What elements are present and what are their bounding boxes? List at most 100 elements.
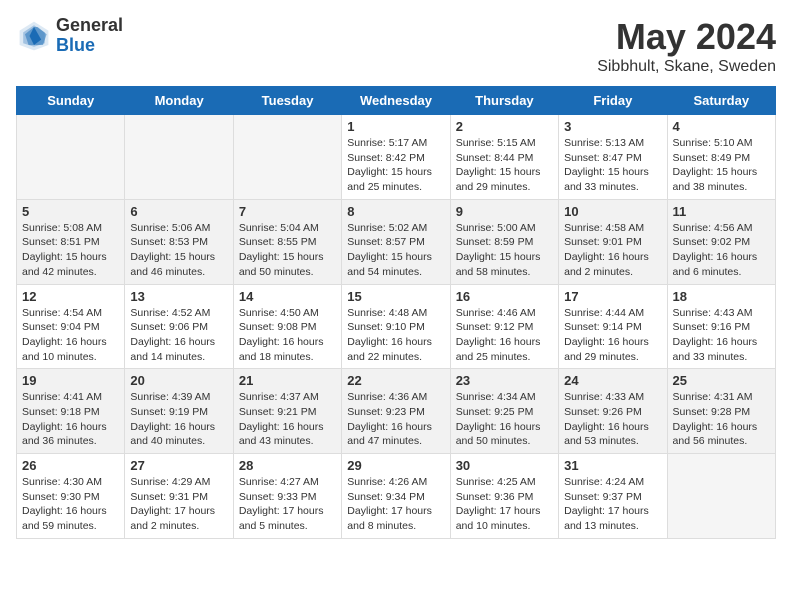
calendar-cell: 17 Sunrise: 4:44 AMSunset: 9:14 PMDayligh… [559, 284, 667, 369]
calendar-cell [667, 454, 775, 539]
logo-general-text: General [56, 16, 123, 36]
title-section: May 2024 Sibbhult, Skane, Sweden [597, 16, 776, 76]
day-info: Sunrise: 5:04 AMSunset: 8:55 PMDaylight:… [239, 221, 336, 280]
day-info: Sunrise: 4:25 AMSunset: 9:36 PMDaylight:… [456, 475, 553, 534]
day-info: Sunrise: 4:56 AMSunset: 9:02 PMDaylight:… [673, 221, 770, 280]
day-number: 10 [564, 204, 661, 219]
day-number: 20 [130, 373, 227, 388]
calendar-cell: 14 Sunrise: 4:50 AMSunset: 9:08 PMDayligh… [233, 284, 341, 369]
col-saturday: Saturday [667, 87, 775, 115]
day-info: Sunrise: 4:24 AMSunset: 9:37 PMDaylight:… [564, 475, 661, 534]
col-wednesday: Wednesday [342, 87, 450, 115]
day-number: 23 [456, 373, 553, 388]
col-monday: Monday [125, 87, 233, 115]
day-info: Sunrise: 4:39 AMSunset: 9:19 PMDaylight:… [130, 390, 227, 449]
day-info: Sunrise: 4:26 AMSunset: 9:34 PMDaylight:… [347, 475, 444, 534]
calendar-cell: 5 Sunrise: 5:08 AMSunset: 8:51 PMDaylight… [17, 199, 125, 284]
day-number: 7 [239, 204, 336, 219]
day-number: 21 [239, 373, 336, 388]
day-info: Sunrise: 5:02 AMSunset: 8:57 PMDaylight:… [347, 221, 444, 280]
calendar-cell: 21 Sunrise: 4:37 AMSunset: 9:21 PMDayligh… [233, 369, 341, 454]
day-info: Sunrise: 4:44 AMSunset: 9:14 PMDaylight:… [564, 306, 661, 365]
day-number: 24 [564, 373, 661, 388]
calendar-cell: 19Sunrise: 4:41 AMSunset: 9:18 PMDayligh… [17, 369, 125, 454]
day-number: 19 [22, 373, 119, 388]
day-number: 1 [347, 119, 444, 134]
day-info: Sunrise: 4:27 AMSunset: 9:33 PMDaylight:… [239, 475, 336, 534]
day-number: 25 [673, 373, 770, 388]
calendar-cell: 15 Sunrise: 4:48 AMSunset: 9:10 PMDayligh… [342, 284, 450, 369]
calendar-cell: 3 Sunrise: 5:13 AMSunset: 8:47 PMDaylight… [559, 115, 667, 200]
calendar-header-row: Sunday Monday Tuesday Wednesday Thursday… [17, 87, 776, 115]
day-info: Sunrise: 4:31 AMSunset: 9:28 PMDaylight:… [673, 390, 770, 449]
calendar-cell: 22 Sunrise: 4:36 AMSunset: 9:23 PMDayligh… [342, 369, 450, 454]
calendar-cell: 31Sunrise: 4:24 AMSunset: 9:37 PMDayligh… [559, 454, 667, 539]
calendar-cell: 6Sunrise: 5:06 AMSunset: 8:53 PMDaylight… [125, 199, 233, 284]
calendar-cell: 29 Sunrise: 4:26 AMSunset: 9:34 PMDayligh… [342, 454, 450, 539]
day-info: Sunrise: 4:54 AMSunset: 9:04 PMDaylight:… [22, 306, 119, 365]
day-number: 13 [130, 289, 227, 304]
day-info: Sunrise: 4:48 AMSunset: 9:10 PMDaylight:… [347, 306, 444, 365]
month-title: May 2024 [597, 16, 776, 58]
calendar-week-5: 26 Sunrise: 4:30 AMSunset: 9:30 PMDayligh… [17, 454, 776, 539]
day-info: Sunrise: 4:29 AMSunset: 9:31 PMDaylight:… [130, 475, 227, 534]
page-header: General Blue May 2024 Sibbhult, Skane, S… [16, 16, 776, 76]
day-number: 29 [347, 458, 444, 473]
col-sunday: Sunday [17, 87, 125, 115]
day-info: Sunrise: 4:43 AMSunset: 9:16 PMDaylight:… [673, 306, 770, 365]
day-info: Sunrise: 4:46 AMSunset: 9:12 PMDaylight:… [456, 306, 553, 365]
day-number: 22 [347, 373, 444, 388]
day-number: 4 [673, 119, 770, 134]
day-info: Sunrise: 5:13 AMSunset: 8:47 PMDaylight:… [564, 136, 661, 195]
day-info: Sunrise: 4:37 AMSunset: 9:21 PMDaylight:… [239, 390, 336, 449]
day-number: 9 [456, 204, 553, 219]
calendar-cell: 23 Sunrise: 4:34 AMSunset: 9:25 PMDayligh… [450, 369, 558, 454]
calendar-cell [125, 115, 233, 200]
calendar-cell: 7 Sunrise: 5:04 AMSunset: 8:55 PMDaylight… [233, 199, 341, 284]
calendar-cell: 25 Sunrise: 4:31 AMSunset: 9:28 PMDayligh… [667, 369, 775, 454]
day-number: 15 [347, 289, 444, 304]
calendar-cell [233, 115, 341, 200]
day-info: Sunrise: 4:33 AMSunset: 9:26 PMDaylight:… [564, 390, 661, 449]
calendar-week-3: 12 Sunrise: 4:54 AMSunset: 9:04 PMDayligh… [17, 284, 776, 369]
calendar-cell: 10Sunrise: 4:58 AMSunset: 9:01 PMDayligh… [559, 199, 667, 284]
calendar-cell: 2Sunrise: 5:15 AMSunset: 8:44 PMDaylight… [450, 115, 558, 200]
day-info: Sunrise: 4:50 AMSunset: 9:08 PMDaylight:… [239, 306, 336, 365]
location-text: Sibbhult, Skane, Sweden [597, 58, 776, 76]
day-info: Sunrise: 5:17 AMSunset: 8:42 PMDaylight:… [347, 136, 444, 195]
calendar-cell [17, 115, 125, 200]
day-info: Sunrise: 4:36 AMSunset: 9:23 PMDaylight:… [347, 390, 444, 449]
day-info: Sunrise: 4:34 AMSunset: 9:25 PMDaylight:… [456, 390, 553, 449]
calendar-week-4: 19Sunrise: 4:41 AMSunset: 9:18 PMDayligh… [17, 369, 776, 454]
col-friday: Friday [559, 87, 667, 115]
day-info: Sunrise: 5:08 AMSunset: 8:51 PMDaylight:… [22, 221, 119, 280]
day-info: Sunrise: 5:00 AMSunset: 8:59 PMDaylight:… [456, 221, 553, 280]
day-number: 17 [564, 289, 661, 304]
calendar-cell: 12 Sunrise: 4:54 AMSunset: 9:04 PMDayligh… [17, 284, 125, 369]
day-number: 3 [564, 119, 661, 134]
logo-blue-text: Blue [56, 36, 123, 56]
day-number: 8 [347, 204, 444, 219]
day-info: Sunrise: 4:30 AMSunset: 9:30 PMDaylight:… [22, 475, 119, 534]
logo-text: General Blue [56, 16, 123, 56]
calendar-cell: 24 Sunrise: 4:33 AMSunset: 9:26 PMDayligh… [559, 369, 667, 454]
calendar-cell: 26 Sunrise: 4:30 AMSunset: 9:30 PMDayligh… [17, 454, 125, 539]
calendar-table: Sunday Monday Tuesday Wednesday Thursday… [16, 86, 776, 539]
day-number: 28 [239, 458, 336, 473]
day-number: 27 [130, 458, 227, 473]
calendar-cell: 27 Sunrise: 4:29 AMSunset: 9:31 PMDayligh… [125, 454, 233, 539]
day-number: 26 [22, 458, 119, 473]
calendar-cell: 18Sunrise: 4:43 AMSunset: 9:16 PMDayligh… [667, 284, 775, 369]
logo-icon [16, 18, 52, 54]
day-number: 5 [22, 204, 119, 219]
calendar-cell: 20 Sunrise: 4:39 AMSunset: 9:19 PMDayligh… [125, 369, 233, 454]
day-number: 11 [673, 204, 770, 219]
day-number: 12 [22, 289, 119, 304]
calendar-cell: 16Sunrise: 4:46 AMSunset: 9:12 PMDayligh… [450, 284, 558, 369]
day-number: 14 [239, 289, 336, 304]
day-number: 2 [456, 119, 553, 134]
calendar-week-1: 1 Sunrise: 5:17 AMSunset: 8:42 PMDaylight… [17, 115, 776, 200]
col-tuesday: Tuesday [233, 87, 341, 115]
logo: General Blue [16, 16, 123, 56]
day-number: 6 [130, 204, 227, 219]
